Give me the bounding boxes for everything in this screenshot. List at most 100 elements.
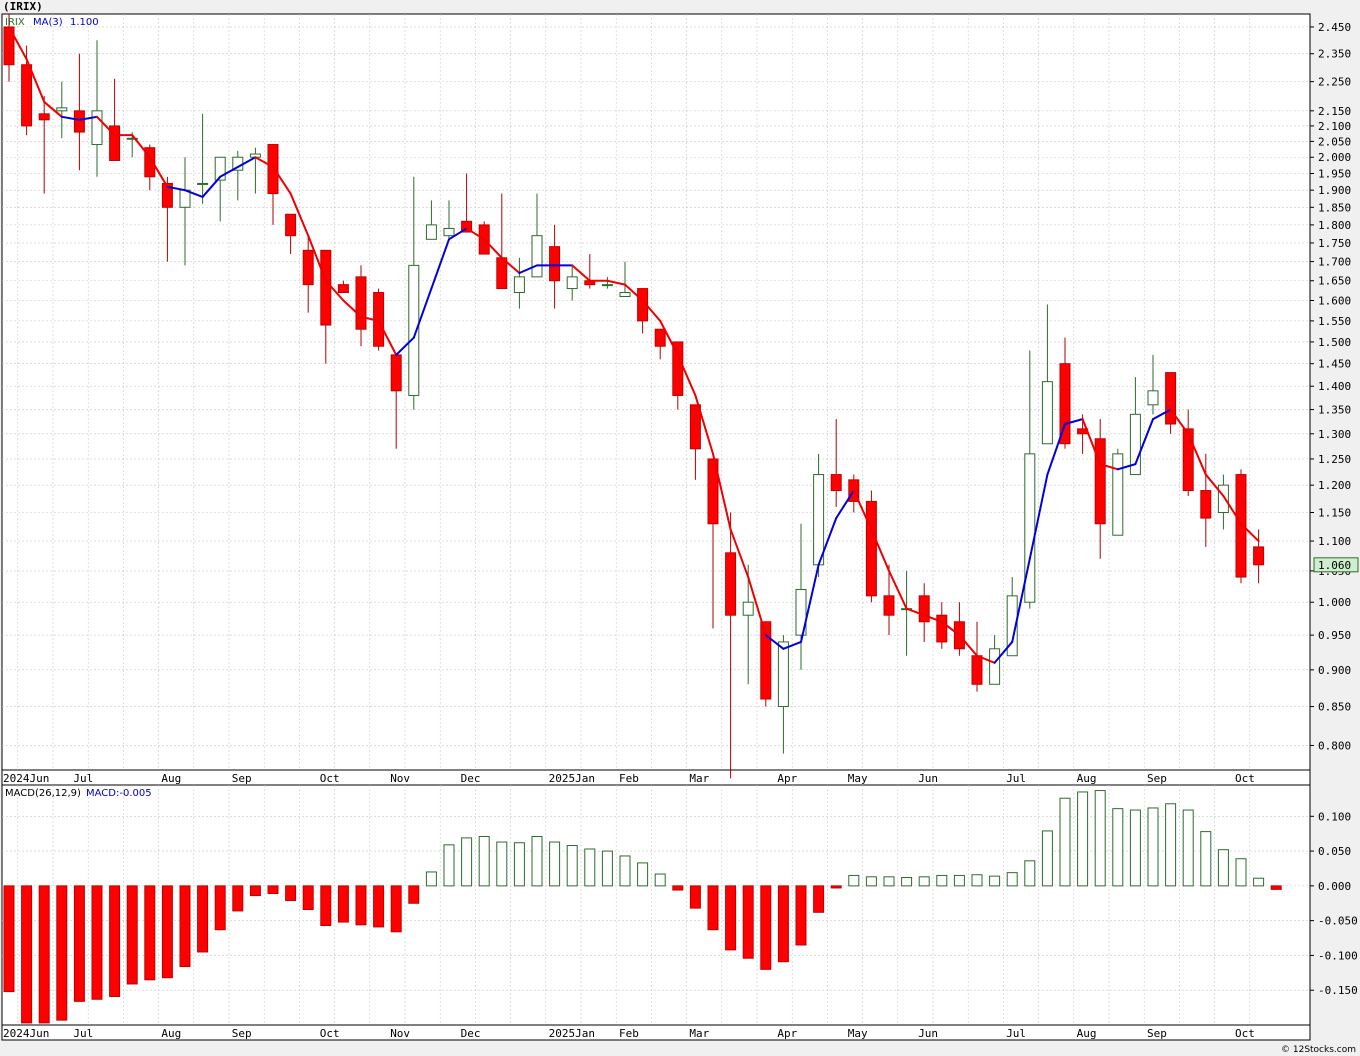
macd-bar [461,837,473,887]
macd-bar [1235,858,1247,887]
macd-bar [91,885,103,1000]
macd-bar [689,885,701,909]
price-x-tick-label: May [848,772,868,785]
candle-body [1200,490,1212,519]
macd-bar [848,874,860,887]
macd-bar [21,885,33,1024]
price-y-tick-label: 0.850 [1318,701,1351,714]
price-y-tick-label: 1.100 [1318,535,1351,548]
price-y-tick-label: 1.900 [1318,184,1351,197]
macd-y-tick-label: 0.050 [1318,845,1351,858]
macd-bar [672,885,684,891]
candle-body [38,113,50,121]
candle-body [566,276,578,290]
candle-body [989,648,1001,685]
macd-bar [1077,791,1089,887]
candle-body [513,276,525,294]
macd-legend-value: MACD:-0.005 [86,788,152,799]
macd-x-tick-label: Feb [619,1027,639,1040]
macd-bar [1165,803,1177,887]
candle-body [302,249,314,286]
macd-x-axis [1,1024,1311,1041]
macd-bar [549,841,561,887]
price-y-tick-label: 2.350 [1318,48,1351,61]
macd-bar [56,885,68,1021]
price-x-tick-label: Sep [232,772,252,785]
price-x-tick-label: Oct [320,772,340,785]
candle-body [1165,372,1177,425]
macd-bar [496,841,508,887]
price-x-tick-label: Oct [1235,772,1255,785]
candle-body [531,235,543,278]
macd-x-tick-label: Aug [161,1027,181,1040]
candle-body [267,144,279,195]
price-y-tick-label: 1.800 [1318,219,1351,232]
price-y-tick-label: 1.600 [1318,294,1351,307]
macd-bar [1129,809,1141,887]
macd-y-tick-label: 0.000 [1318,880,1351,893]
candle-body [936,614,948,643]
macd-x-tick-label: Apr [777,1027,797,1040]
macd-bar [3,885,15,993]
macd-bar [971,874,983,887]
macd-x-tick-label: 2025Jan [549,1027,595,1040]
price-y-tick-label: 1.000 [1318,596,1351,609]
macd-bar [1270,885,1282,890]
candle-body [654,328,666,347]
macd-bar [373,885,385,928]
candle-body [337,284,349,294]
macd-legend-name: MACD(26,12,9) [5,788,81,799]
macd-bar [232,885,244,912]
candle-body [689,404,701,450]
price-y-tick-label: 1.150 [1318,506,1351,519]
candle-body [320,249,332,326]
macd-bar [320,885,332,927]
price-y-tick-label: 2.000 [1318,151,1351,164]
macd-bar [214,885,226,931]
macd-bar [742,885,754,959]
price-y-tick-label: 2.450 [1318,21,1351,34]
candle-body [742,601,754,616]
macd-x-tick-label: Sep [232,1027,252,1040]
price-y-tick-label: 1.450 [1318,358,1351,371]
macd-bar [777,885,789,963]
macd-bar [1200,831,1212,887]
macd-y-tick-label: 0.100 [1318,810,1351,823]
macd-x-tick-label: Oct [1235,1027,1255,1040]
price-x-tick-label: Dec [461,772,481,785]
price-x-axis [1,769,1311,786]
candle-body [549,246,561,282]
price-y-tick-label: 2.250 [1318,76,1351,89]
price-y-tick-label: 2.150 [1318,105,1351,118]
macd-bar [725,885,737,951]
macd-bar [566,845,578,887]
legend-ma-value: 1.100 [70,17,99,28]
candle-body [179,189,191,208]
candle-body [1112,453,1124,536]
candle-body [725,552,737,616]
macd-bar [901,877,913,887]
price-x-tick-label: Aug [161,772,181,785]
candle-body [813,474,825,566]
candle-body [285,213,297,237]
macd-bar [38,885,50,1024]
macd-bar [883,876,895,887]
price-y-tick-label: 1.850 [1318,201,1351,214]
candle-body [1217,484,1229,513]
last-price-label: 1.060 [1318,559,1351,572]
price-y-tick-label: 1.200 [1318,479,1351,492]
candle-body [883,595,895,616]
price-y-tick-label: 1.400 [1318,380,1351,393]
macd-bar [795,885,807,946]
macd-bar [161,885,173,979]
price-x-tick-label: 2024Jun [3,772,49,785]
price-x-tick-label: Mar [689,772,709,785]
candle-body [1094,438,1106,525]
macd-bar [619,855,631,887]
macd-bar [1006,872,1018,887]
macd-bar [390,885,402,933]
macd-bar [1112,808,1124,887]
macd-bar [249,885,261,897]
price-x-tick-label: Jul [1006,772,1026,785]
macd-bar [1024,860,1036,887]
